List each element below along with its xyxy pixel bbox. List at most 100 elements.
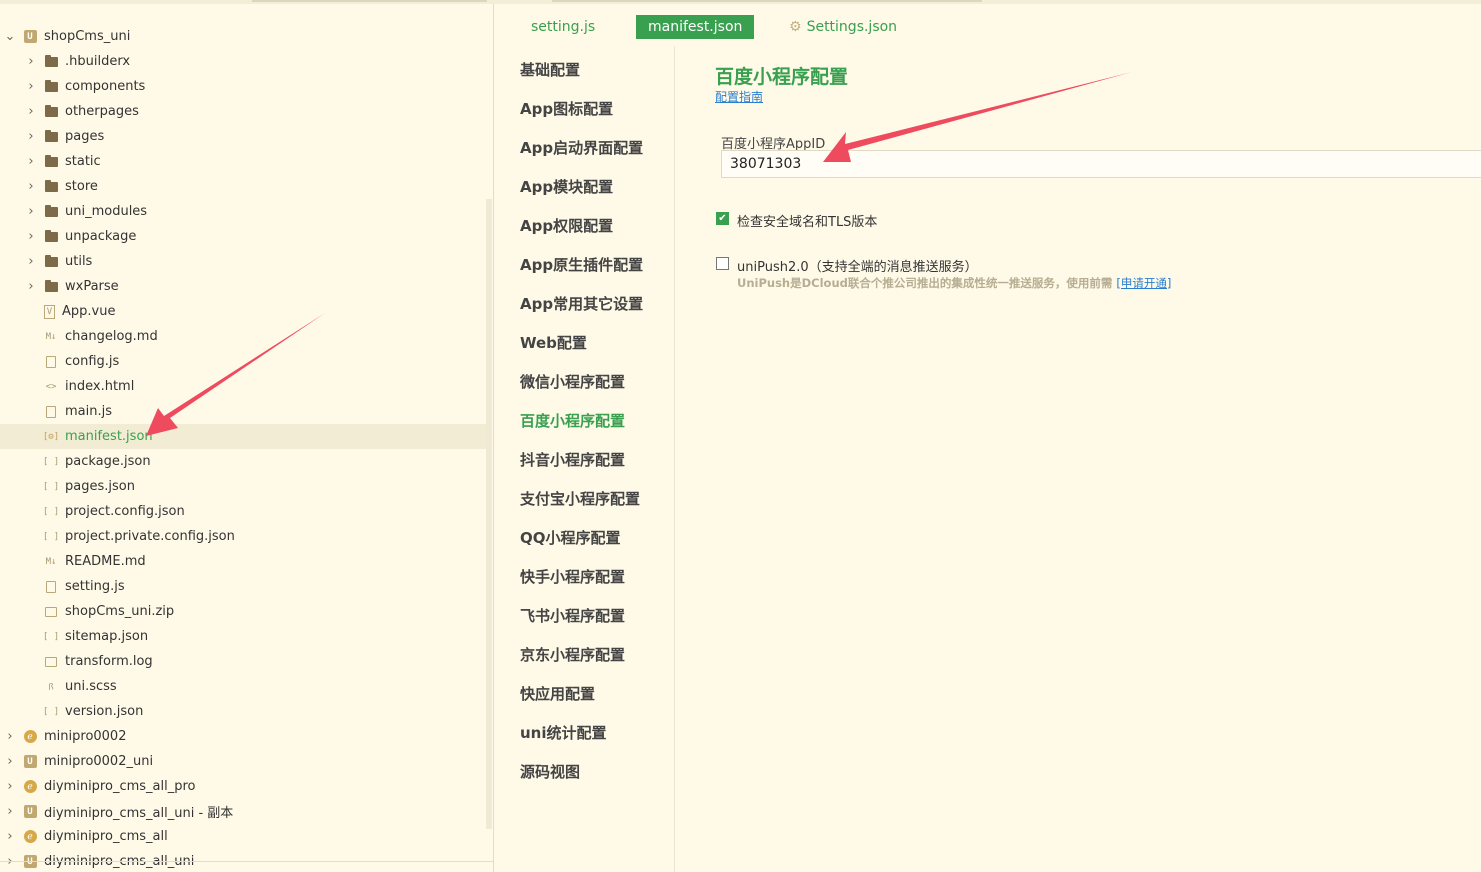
file-row[interactable]: [ ] pages.json — [0, 474, 486, 499]
tree-item-label: store — [65, 179, 98, 194]
settings-nav-item[interactable]: App模块配置 — [520, 174, 613, 198]
chevron-right-icon[interactable]: › — [25, 104, 37, 119]
tree-item-label: diyminipro_cms_all — [44, 829, 168, 844]
settings-nav-item[interactable]: 微信小程序配置 — [520, 369, 625, 393]
settings-nav-item[interactable]: 抖音小程序配置 — [520, 447, 625, 471]
file-row[interactable]: [⚙] manifest.json — [0, 424, 486, 449]
settings-nav-item[interactable]: 基础配置 — [520, 57, 580, 81]
folder-icon — [44, 254, 58, 269]
tab-settings-json[interactable]: ⚙ Settings.json — [789, 15, 897, 39]
chevron-right-icon[interactable]: › — [25, 79, 37, 94]
folder-icon — [44, 204, 58, 219]
js-file-icon — [44, 355, 58, 369]
settings-nav-item[interactable]: Web配置 — [520, 330, 587, 354]
apply-link[interactable]: [申请开通] — [1116, 276, 1171, 290]
file-row[interactable]: [ ] sitemap.json — [0, 624, 486, 649]
settings-nav-item[interactable]: 京东小程序配置 — [520, 642, 625, 666]
file-row[interactable]: [ ] project.config.json — [0, 499, 486, 524]
tree-item-label: project.config.json — [65, 504, 185, 519]
file-row[interactable]: <> index.html — [0, 374, 486, 399]
file-row[interactable]: setting.js — [0, 574, 486, 599]
project-row[interactable]: › ℯ minipro0002 — [0, 724, 486, 749]
manifest-settings-nav: 基础配置 App图标配置 App启动界面配置 App模块配置 App权限配置 App原生插… — [495, 46, 675, 872]
tree-item-label: README.md — [65, 554, 146, 569]
settings-nav-item[interactable]: 支付宝小程序配置 — [520, 486, 640, 510]
folder-icon — [44, 54, 58, 69]
folder-row[interactable]: › wxParse — [0, 274, 486, 299]
folder-row[interactable]: › static — [0, 149, 486, 174]
folder-row[interactable]: › utils — [0, 249, 486, 274]
chevron-down-icon[interactable]: ⌄ — [4, 29, 16, 44]
tab-manifest-json[interactable]: manifest.json — [636, 15, 754, 39]
chevron-right-icon[interactable]: › — [25, 279, 37, 294]
chevron-right-icon[interactable]: › — [4, 754, 16, 769]
settings-nav-item[interactable]: 飞书小程序配置 — [520, 603, 625, 627]
project-row[interactable]: › Udiyminipro_cms_all_uni - 副本 — [0, 799, 486, 824]
folder-row[interactable]: › pages — [0, 124, 486, 149]
chevron-right-icon[interactable]: › — [25, 204, 37, 219]
appid-input[interactable] — [721, 150, 1481, 178]
file-row[interactable]: M↓ changelog.md — [0, 324, 486, 349]
file-row[interactable]: [ ] project.private.config.json — [0, 524, 486, 549]
settings-nav-item[interactable]: App权限配置 — [520, 213, 613, 237]
folder-row[interactable]: › unpackage — [0, 224, 486, 249]
folder-row[interactable]: › uni_modules — [0, 199, 486, 224]
folder-icon — [44, 229, 58, 244]
explorer-scrollbar[interactable] — [486, 199, 492, 829]
settings-nav-item[interactable]: App常用其它设置 — [520, 291, 643, 315]
file-row[interactable]: shopCms_uni.zip — [0, 599, 486, 624]
settings-nav-item[interactable]: App启动界面配置 — [520, 135, 643, 159]
chevron-right-icon[interactable]: › — [25, 179, 37, 194]
chevron-right-icon[interactable]: › — [4, 829, 16, 844]
folder-row[interactable]: › components — [0, 74, 486, 99]
settings-nav-item[interactable]: 快手小程序配置 — [520, 564, 625, 588]
tree-item-label: index.html — [65, 379, 135, 394]
tree-item-label: diyminipro_cms_all_pro — [44, 779, 196, 794]
project-row[interactable]: › Uminipro0002_uni — [0, 749, 486, 774]
unipush-checkbox[interactable] — [716, 257, 729, 270]
folder-icon — [44, 129, 58, 144]
config-guide-link[interactable]: 配置指南 — [715, 88, 763, 105]
file-row[interactable]: config.js — [0, 349, 486, 374]
chevron-right-icon[interactable]: › — [25, 254, 37, 269]
project-row[interactable]: › ℯ diyminipro_cms_all — [0, 824, 486, 849]
folder-row[interactable]: › store — [0, 174, 486, 199]
file-row[interactable]: V App.vue — [0, 299, 486, 324]
settings-nav-item[interactable]: uni统计配置 — [520, 720, 607, 744]
baidu-config-panel: 百度小程序配置 配置指南 百度小程序AppID ✔ 检查安全域名和TLS版本 u… — [676, 46, 1481, 872]
file-row[interactable]: ꟗ uni.scss — [0, 674, 486, 699]
chevron-right-icon[interactable]: › — [25, 54, 37, 69]
chevron-right-icon[interactable]: › — [4, 729, 16, 744]
chevron-right-icon[interactable]: › — [25, 154, 37, 169]
settings-nav-item[interactable]: 百度小程序配置 — [520, 408, 625, 432]
file-icon — [44, 605, 58, 619]
project-row[interactable]: ⌄ UshopCms_uni — [0, 24, 486, 49]
folder-row[interactable]: › .hbuilderx — [0, 49, 486, 74]
file-row[interactable]: M↓ README.md — [0, 549, 486, 574]
json-file-icon: [ ] — [42, 531, 60, 542]
check-tls-checkbox[interactable]: ✔ — [716, 212, 729, 225]
folder-row[interactable]: › otherpages — [0, 99, 486, 124]
tree-item-label: uni.scss — [65, 679, 117, 694]
settings-nav-item[interactable]: 源码视图 — [520, 759, 580, 783]
file-row[interactable]: transform.log — [0, 649, 486, 674]
tree-item-label: .hbuilderx — [65, 54, 131, 69]
tab-label: setting.js — [531, 19, 596, 35]
json-file-icon: [ ] — [42, 631, 60, 642]
settings-nav-item[interactable]: 快应用配置 — [520, 681, 595, 705]
file-row[interactable]: [ ] version.json — [0, 699, 486, 724]
project-icon: ℯ — [23, 780, 37, 794]
settings-nav-item[interactable]: App原生插件配置 — [520, 252, 643, 276]
tree-item-label: pages — [65, 129, 105, 144]
settings-nav-item[interactable]: App图标配置 — [520, 96, 613, 120]
chevron-right-icon[interactable]: › — [25, 229, 37, 244]
tab-setting-js[interactable]: setting.js — [531, 15, 595, 39]
project-row[interactable]: › ℯ diyminipro_cms_all_pro — [0, 774, 486, 799]
chevron-right-icon[interactable]: › — [25, 129, 37, 144]
chevron-right-icon[interactable]: › — [4, 779, 16, 794]
file-row[interactable]: main.js — [0, 399, 486, 424]
settings-nav-item[interactable]: QQ小程序配置 — [520, 525, 621, 549]
file-row[interactable]: [ ] package.json — [0, 449, 486, 474]
tree-item-label: transform.log — [65, 654, 153, 669]
chevron-right-icon[interactable]: › — [4, 804, 16, 819]
